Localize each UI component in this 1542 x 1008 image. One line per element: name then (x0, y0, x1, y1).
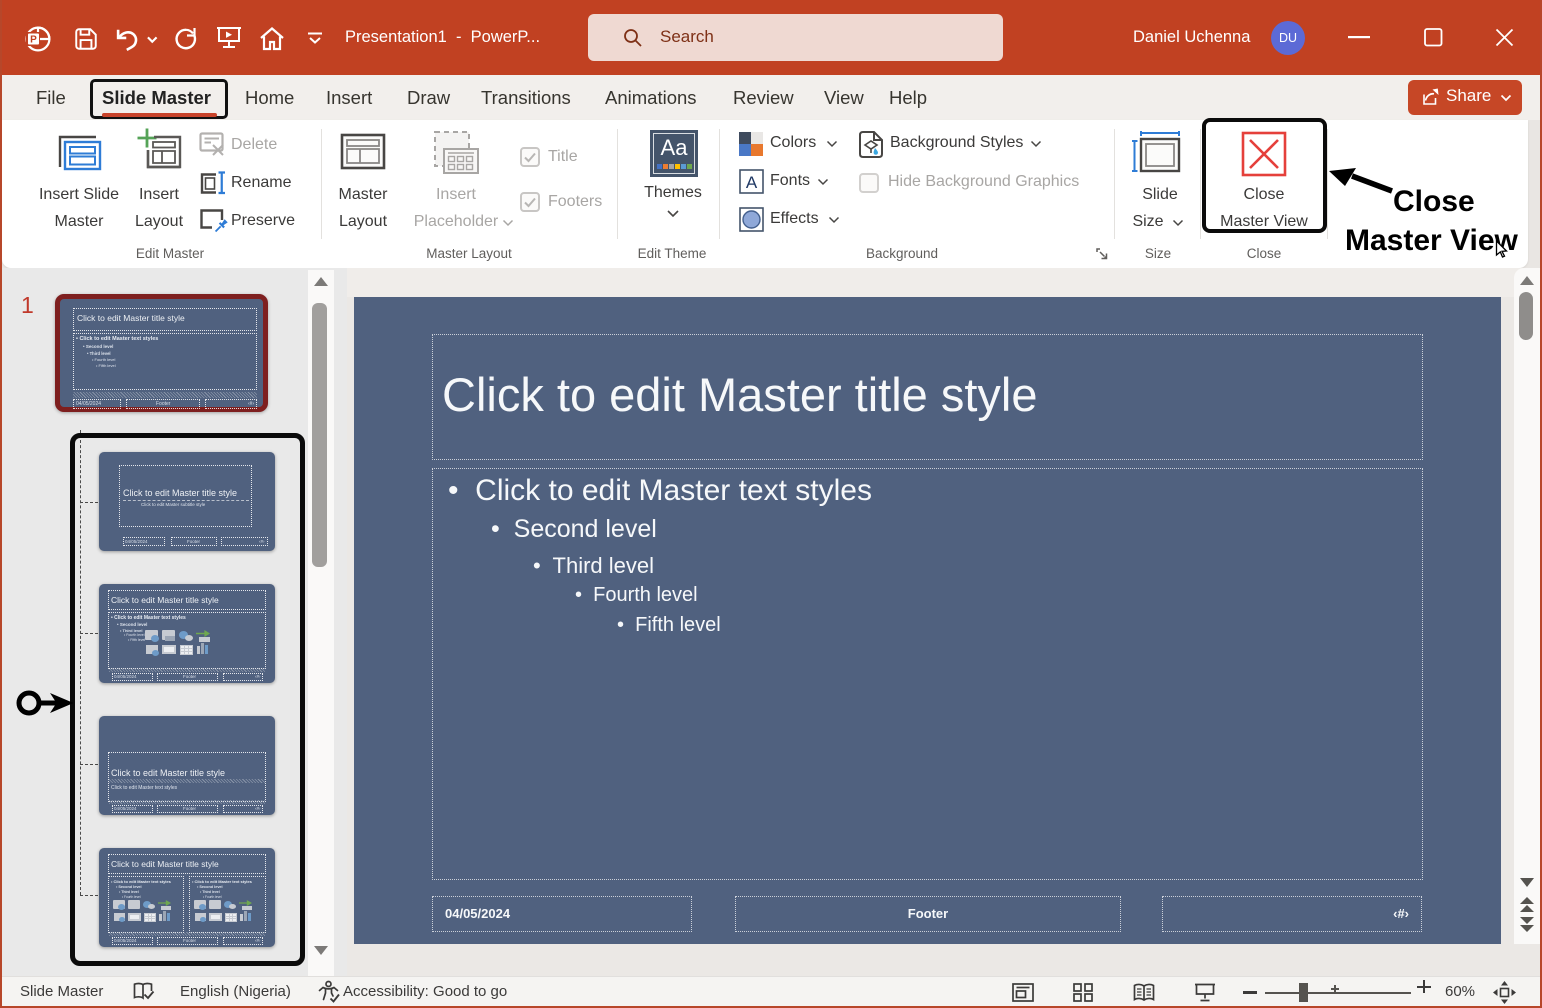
svg-text:A: A (746, 173, 758, 192)
